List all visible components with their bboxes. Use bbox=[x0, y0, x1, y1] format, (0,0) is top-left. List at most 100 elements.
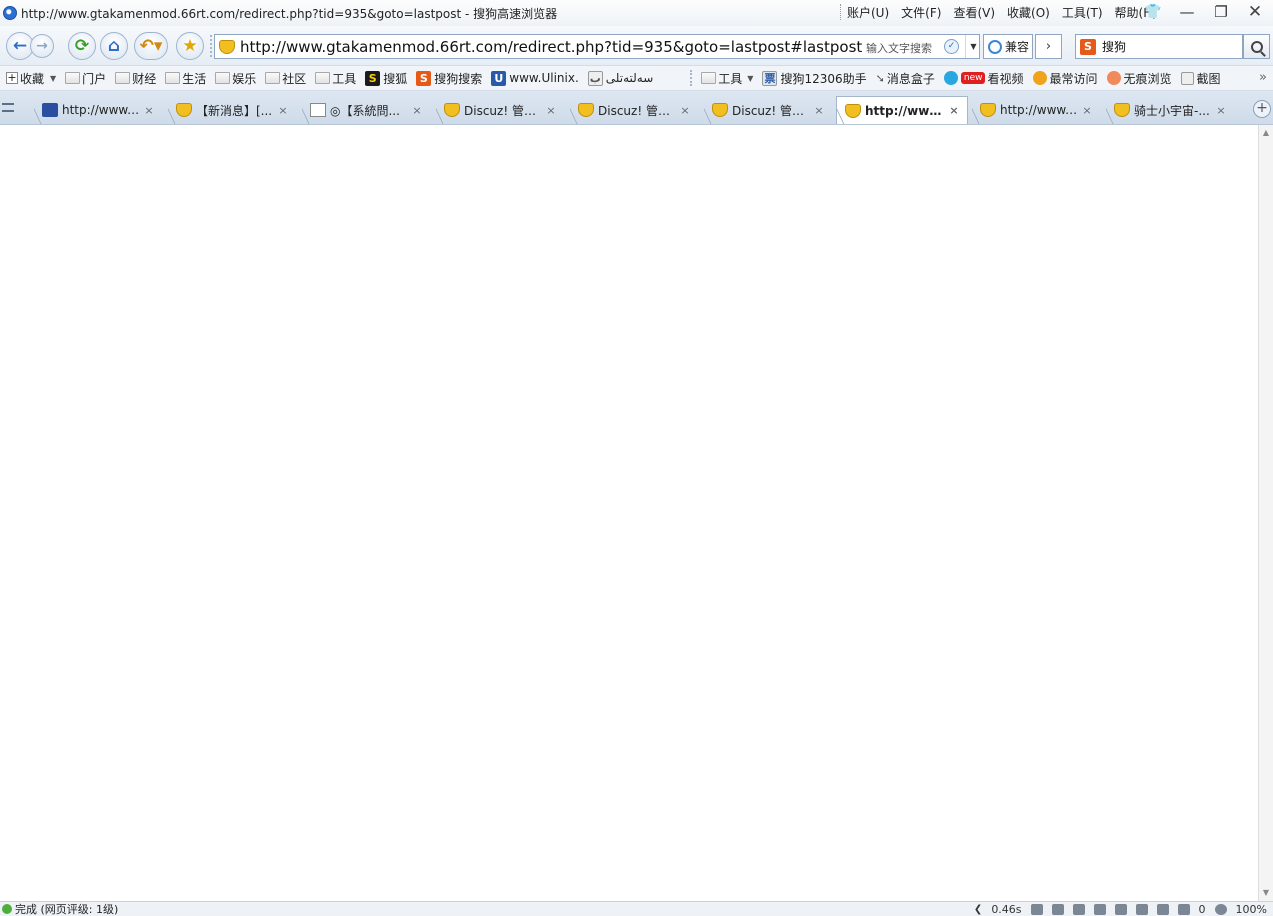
download-icon[interactable] bbox=[1072, 904, 1085, 915]
user-icon[interactable] bbox=[1051, 904, 1064, 915]
scroll-down-icon[interactable]: ▼ bbox=[1261, 888, 1271, 898]
tab-label: Discuz! 管理... bbox=[464, 103, 544, 118]
bookmark-folder-community[interactable]: 社区 bbox=[265, 70, 306, 87]
menu-file[interactable]: 文件(F) bbox=[901, 4, 941, 21]
tab-close-icon[interactable]: × bbox=[678, 104, 692, 117]
zoom-icon[interactable] bbox=[1214, 904, 1227, 915]
search-box[interactable]: S 搜狗 bbox=[1075, 34, 1243, 59]
address-bar[interactable]: http://www.gtakamenmod.66rt.com/redirect… bbox=[214, 34, 980, 59]
tab-close-icon[interactable]: × bbox=[544, 104, 558, 117]
tab[interactable]: http://www.g... × bbox=[972, 96, 1100, 124]
bookmark-folder-entertainment[interactable]: 娱乐 bbox=[215, 70, 256, 87]
compat-mode-button[interactable]: 兼容 bbox=[983, 34, 1033, 59]
bookmark-folder-finance[interactable]: 财经 bbox=[115, 70, 156, 87]
address-dropdown-icon[interactable]: ▼ bbox=[965, 35, 981, 58]
status-tools: ❮ 0.46s 0 100% bbox=[974, 903, 1267, 916]
undo-close-button[interactable]: ↶▾ bbox=[134, 31, 168, 60]
sogou-search-engine-icon[interactable]: S bbox=[1080, 38, 1096, 55]
site-shield-icon bbox=[845, 103, 861, 118]
toolbar-tools-menu[interactable]: 工具 ▼ bbox=[701, 70, 753, 87]
bookmarks-separator bbox=[690, 70, 693, 86]
favorite-star-button[interactable]: ★ bbox=[176, 31, 204, 60]
folder-icon bbox=[65, 72, 81, 84]
tab[interactable]: 骑士小宇宙-... × bbox=[1106, 96, 1234, 124]
tab-label: http://www.g... bbox=[1000, 103, 1080, 117]
ulinix-logo-icon: U bbox=[491, 70, 507, 86]
toolbar-message-box[interactable]: ➘ 消息盒子 bbox=[876, 70, 935, 87]
tab[interactable]: ◎【系統問... × bbox=[302, 96, 430, 124]
tab[interactable]: http://www.b... × bbox=[34, 96, 162, 124]
site-shield-icon bbox=[1114, 103, 1130, 117]
tab-close-icon[interactable]: × bbox=[812, 104, 826, 117]
tab-label: Discuz! 管理... bbox=[732, 103, 812, 118]
bookmark-label: 门户 bbox=[82, 71, 107, 86]
bookmark-label: 截图 bbox=[1196, 71, 1221, 86]
security-badge-icon[interactable]: ✓ bbox=[944, 39, 959, 54]
bookmark-ulinix[interactable]: U www.Ulinix. bbox=[491, 70, 579, 86]
toolbar-private-browsing[interactable]: 无痕浏览 bbox=[1106, 70, 1172, 87]
bookmark-sohu[interactable]: S 搜狐 bbox=[365, 70, 407, 87]
zoom-level[interactable]: 100% bbox=[1236, 903, 1267, 916]
window-controls: 👕 — ❐ ✕ bbox=[1143, 2, 1265, 22]
forward-button[interactable]: → bbox=[30, 33, 54, 58]
vertical-scrollbar[interactable]: ▲ ▼ bbox=[1258, 125, 1273, 901]
tab-label: 【新消息】[... bbox=[196, 103, 273, 118]
menu-tools[interactable]: 工具(T) bbox=[1062, 4, 1103, 21]
bookmark-label: 娱乐 bbox=[232, 71, 257, 86]
bookmark-label: 最常访问 bbox=[1049, 71, 1098, 86]
window-icon[interactable] bbox=[1135, 904, 1148, 915]
tab-close-icon[interactable]: × bbox=[276, 104, 290, 117]
eye-icon[interactable] bbox=[1156, 904, 1169, 915]
toolbar-most-visited[interactable]: 最常访问 bbox=[1032, 70, 1098, 87]
new-tab-button[interactable]: + bbox=[1253, 100, 1271, 118]
scroll-up-icon[interactable]: ▲ bbox=[1261, 128, 1271, 138]
most-visited-icon bbox=[1032, 71, 1047, 85]
go-button[interactable]: › bbox=[1035, 34, 1062, 59]
tab-close-icon[interactable]: × bbox=[947, 104, 961, 117]
tab[interactable]: Discuz! 管理... × bbox=[570, 96, 698, 124]
search-input[interactable]: 搜狗 bbox=[1102, 38, 1126, 55]
tab[interactable]: Discuz! 管理... × bbox=[704, 96, 832, 124]
accelerate-icon[interactable] bbox=[1030, 904, 1043, 915]
add-bookmark-button[interactable]: + 收藏 ▼ bbox=[6, 70, 56, 87]
menu-view[interactable]: 查看(V) bbox=[953, 4, 995, 21]
bookmark-folder-portal[interactable]: 门户 bbox=[65, 70, 106, 87]
tab[interactable]: Discuz! 管理... × bbox=[436, 96, 564, 124]
volume-icon[interactable] bbox=[1093, 904, 1106, 915]
bookmarks-more-icon[interactable]: » bbox=[1259, 70, 1267, 85]
tab-active[interactable]: http://www.... × bbox=[836, 96, 968, 124]
tab-list-icon[interactable] bbox=[2, 103, 14, 112]
menu-favorites[interactable]: 收藏(O) bbox=[1007, 4, 1050, 21]
title-bar: http://www.gtakamenmod.66rt.com/redirect… bbox=[0, 0, 1273, 26]
page-content[interactable] bbox=[0, 125, 1258, 901]
bookmark-folder-life[interactable]: 生活 bbox=[165, 70, 206, 87]
tab-close-icon[interactable]: × bbox=[1214, 104, 1228, 117]
bookmark-label: 搜狐 bbox=[383, 71, 408, 86]
address-search-hint[interactable]: 输入文字搜索 bbox=[866, 40, 932, 56]
url-input[interactable]: http://www.gtakamenmod.66rt.com/redirect… bbox=[240, 38, 862, 56]
bookmark-sogou-search[interactable]: S 搜狗搜索 bbox=[416, 70, 482, 87]
tab[interactable]: 【新消息】[... × bbox=[168, 96, 296, 124]
shield-icon[interactable] bbox=[1114, 904, 1127, 915]
minimize-button[interactable]: — bbox=[1177, 2, 1197, 22]
restore-button[interactable]: ❐ bbox=[1211, 2, 1231, 22]
folder-icon bbox=[115, 72, 131, 84]
tab-close-icon[interactable]: × bbox=[142, 104, 156, 117]
tab-close-icon[interactable]: × bbox=[1080, 104, 1094, 117]
tab-label: http://www.b... bbox=[62, 103, 142, 117]
menu-account[interactable]: 账户(U) bbox=[847, 4, 889, 21]
search-button[interactable] bbox=[1243, 34, 1270, 59]
toolbar-12306-helper[interactable]: 票 搜狗12306助手 bbox=[762, 70, 867, 87]
bookmark-uyghur-site[interactable]: ب سەلتەتلى bbox=[587, 70, 653, 86]
bookmark-folder-tools[interactable]: 工具 bbox=[315, 70, 356, 87]
close-button[interactable]: ✕ bbox=[1245, 2, 1265, 22]
skin-shirt-icon[interactable]: 👕 bbox=[1143, 2, 1163, 22]
sogou-browser-logo-icon bbox=[3, 6, 17, 20]
home-button[interactable]: ⌂ bbox=[100, 31, 128, 60]
tab-close-icon[interactable]: × bbox=[410, 104, 424, 117]
refresh-button[interactable]: ⟳ bbox=[68, 31, 96, 60]
sohu-logo-icon: S bbox=[365, 70, 381, 86]
block-icon[interactable] bbox=[1177, 904, 1190, 915]
toolbar-screenshot[interactable]: 截图 bbox=[1180, 70, 1221, 87]
toolbar-watch-video[interactable]: new 看视频 bbox=[943, 70, 1024, 87]
